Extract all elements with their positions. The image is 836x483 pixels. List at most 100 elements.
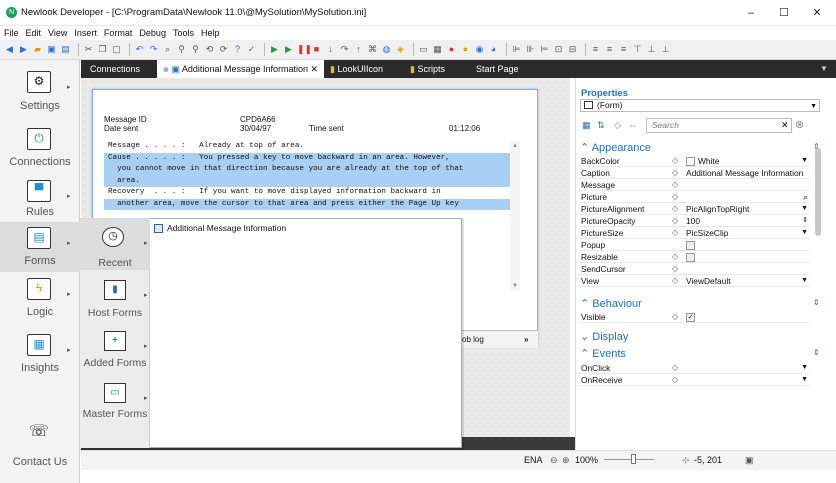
tab-scripts[interactable]: ▮ Scripts [404,60,451,78]
close-icon[interactable]: ✕ [311,64,319,74]
category-display[interactable]: ⌄ Display [580,330,628,343]
zoom-slider-thumb[interactable] [631,454,636,464]
checkbox[interactable] [686,241,695,251]
diamond-icon[interactable]: ◇ [672,167,678,179]
sort-icon[interactable]: ⇕ [813,298,820,307]
diamond-icon[interactable]: ◇ [672,179,678,191]
sidebar-item-settings[interactable]: ⚙ ▸ Settings [0,65,80,115]
spacing-icon[interactable]: ⊤ [632,44,643,55]
sidebar-item-logic[interactable]: ϟ ▸ Logic [0,276,80,326]
chevron-down-icon[interactable]: ▼ [801,362,808,374]
scroll-down-icon[interactable]: ▼ [512,283,518,289]
zoom-slider[interactable] [604,459,654,460]
message-scrollbar[interactable]: ▲ ▼ [510,141,520,291]
checkbox[interactable] [686,253,695,263]
zoom-in-icon[interactable]: ⊕ [562,455,570,466]
run-icon[interactable]: ▶ [269,44,280,55]
align-right-icon[interactable]: ⊪ [525,44,536,55]
tool-icon[interactable]: ⚲ [190,44,201,55]
menu-help[interactable]: Help [201,28,220,38]
code-icon[interactable]: ⇔ [628,120,637,130]
tool-icon[interactable]: ⟲ [204,44,215,55]
property-value[interactable]: Additional Message Information [686,167,804,179]
menu-edit[interactable]: Edit [26,28,42,38]
sidebar-item-connections[interactable]: ⏻ Connections [0,124,80,174]
diamond-icon[interactable]: ◇ [672,251,678,263]
align-left-icon[interactable]: ⊫ [511,44,522,55]
sidebar-item-contact-us[interactable]: ☏ Contact Us [0,416,80,470]
category-behaviour[interactable]: ⌃ Behaviour [580,297,642,310]
property-value[interactable]: ViewDefault [686,275,804,287]
step-over-icon[interactable]: ↷ [339,44,350,55]
back-icon[interactable]: ◀ [4,44,15,55]
diamond-icon[interactable]: ◇ [672,203,678,215]
menu-debug[interactable]: Debug [139,28,166,38]
sort-alpha-icon[interactable]: ⇅ [597,120,605,131]
property-value[interactable]: White [686,155,804,167]
property-row-sendcursor[interactable]: SendCursor ◇ [578,263,810,275]
form-icon[interactable]: ▭ [418,44,429,55]
menu-file[interactable]: File [4,28,19,38]
tool-icon[interactable]: ◕ [488,44,499,55]
diamond-icon[interactable]: ◇ [672,155,678,167]
clear-search-icon[interactable]: ✕ [781,120,789,131]
property-row-onclick[interactable]: OnClick ◇ ▼ [578,362,810,374]
menu-format[interactable]: Format [104,28,133,38]
tool-icon[interactable]: ⟳ [218,44,229,55]
browser-icon[interactable]: ◉ [474,44,485,55]
tab-overflow-icon[interactable]: ▼ [820,60,834,78]
property-row-backcolor[interactable]: BackColor ◇ White ▼ [578,155,810,167]
spacing-icon[interactable]: ⊥ [660,44,671,55]
tool-icon[interactable]: ◈ [395,44,406,55]
diamond-icon[interactable]: ◇ [672,227,678,239]
chevron-down-icon[interactable]: ▼ [801,275,808,287]
diamond-icon[interactable]: ◇ [672,362,678,374]
tool-icon[interactable]: ⚲ [176,44,187,55]
chevron-down-icon[interactable]: ▼ [801,227,808,239]
property-value[interactable]: 100 [686,215,804,227]
chevron-down-icon[interactable]: ▼ [801,374,808,386]
property-value[interactable] [686,239,804,251]
property-value[interactable]: PicAlignTopRight [686,203,804,215]
stop-icon[interactable]: ■ [311,44,322,55]
tool-icon[interactable]: ● [446,44,457,55]
property-row-caption[interactable]: Caption ◇ Additional Message Information [578,167,810,179]
menu-tools[interactable]: Tools [173,28,194,38]
object-selector[interactable]: (Form) ▼ [580,99,820,112]
minimize-button[interactable]: – [734,0,768,26]
tool-icon[interactable]: ● [460,44,471,55]
tool-icon[interactable]: ◍ [381,44,392,55]
tab-additional-message-information[interactable]: ⊕ ▣ Additional Message Information ✕ [157,60,325,78]
save-all-icon[interactable]: ▤ [60,44,71,55]
menu-view[interactable]: View [48,28,67,38]
step-icon[interactable]: ▶ [283,44,294,55]
property-value[interactable] [686,251,804,263]
categorized-icon[interactable]: ▦ [582,120,591,131]
grid-icon[interactable]: ▦ [432,44,443,55]
diamond-icon[interactable]: ◇ [672,263,678,275]
property-row-popup[interactable]: Popup [578,239,810,251]
flyout-item-added-forms[interactable]: + ▸ [80,328,150,378]
diamond-icon[interactable]: ◇ [672,311,678,323]
diamond-icon[interactable]: ◇ [614,120,621,131]
menu-insert[interactable]: Insert [74,28,97,38]
properties-scrollbar-thumb[interactable] [815,148,821,236]
chevron-down-icon[interactable]: ▼ [810,101,817,112]
step-into-icon[interactable]: ↓ [325,44,336,55]
property-row-onreceive[interactable]: OnReceive ◇ ▼ [578,374,810,386]
scroll-up-icon[interactable]: ▲ [512,143,518,149]
redo-icon[interactable]: ↷ [148,44,159,55]
property-value[interactable]: ✓ [686,311,804,323]
property-value[interactable]: PicSizeClip [686,227,804,239]
tab-connections[interactable]: Connections [84,60,146,78]
find-icon[interactable]: ⌕ [162,44,173,55]
help-icon[interactable]: ? [232,44,243,55]
close-button[interactable]: ✕ [800,0,834,26]
property-row-view[interactable]: View ◇ ViewDefault ▼ [578,275,810,287]
tool-icon[interactable]: ⌘ [367,44,378,55]
recent-form-entry[interactable]: Additional Message Information [154,223,286,233]
step-out-icon[interactable]: ↑ [353,44,364,55]
property-row-visible[interactable]: Visible ◇ ✓ [578,311,810,323]
chevron-down-icon[interactable]: ▼ [801,155,808,167]
zoom-out-icon[interactable]: ⊖ [550,455,558,466]
